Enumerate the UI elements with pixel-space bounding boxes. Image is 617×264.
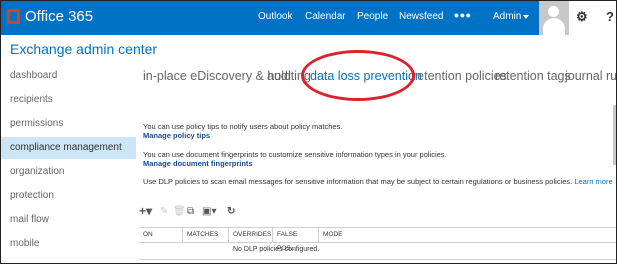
nav-people[interactable]: People	[357, 11, 388, 22]
tab-journal-rules[interactable]: journal rules	[565, 69, 616, 83]
sidebar-item-dashboard[interactable]: dashboard	[1, 65, 136, 87]
avatar[interactable]	[539, 1, 569, 35]
fingerprints-description: You can use document fingerprints to cus…	[143, 150, 447, 159]
policy-tips-description: You can use policy tips to notify users …	[143, 122, 343, 131]
column-header-on[interactable]: ON	[139, 228, 183, 242]
column-header-false-positives[interactable]: FALSE POS...	[273, 228, 319, 252]
table-header: ON MATCHES OVERRIDES FALSE POS... MODE	[139, 227, 616, 252]
product-title[interactable]: Office 365	[25, 8, 93, 25]
tab-auditing[interactable]: auditing	[267, 69, 311, 83]
window-frame: Office 365 Outlook Calendar People Newsf…	[0, 0, 617, 264]
sidebar-item-recipients[interactable]: recipients	[1, 89, 136, 111]
office-logo-icon	[7, 9, 20, 24]
sidebar-item-permissions[interactable]: permissions	[1, 113, 136, 135]
more-apps-button[interactable]: •••	[454, 7, 472, 23]
avatar-body-shape	[543, 18, 565, 35]
vertical-scrollbar[interactable]	[613, 105, 616, 165]
manage-policy-tips-link[interactable]: Manage policy tips	[143, 131, 210, 140]
sidebar-item-mail-flow[interactable]: mail flow	[1, 209, 136, 231]
settings-area: ⚙ ?	[569, 1, 616, 35]
manage-document-fingerprints-link[interactable]: Manage document fingerprints	[143, 159, 253, 168]
help-icon[interactable]: ?	[606, 9, 614, 24]
tab-retention-tags[interactable]: retention tags	[495, 69, 571, 83]
empty-table-message: No DLP policies configured.	[233, 246, 320, 253]
learn-more-link[interactable]: Learn more	[574, 177, 612, 186]
dlp-description: Use DLP policies to scan email messages …	[143, 177, 613, 186]
nav-calendar[interactable]: Calendar	[305, 11, 346, 22]
dlp-description-text: Use DLP policies to scan email messages …	[143, 177, 573, 186]
sidebar: dashboard recipients permissions complia…	[1, 65, 136, 263]
nav-outlook[interactable]: Outlook	[258, 11, 292, 22]
table-divider	[139, 259, 616, 260]
column-header-overrides[interactable]: OVERRIDES	[229, 228, 273, 242]
chevron-down-icon[interactable]	[523, 15, 529, 19]
tab-retention-policies[interactable]: retention policies	[413, 69, 507, 83]
save-icon[interactable]: ▣▾	[202, 206, 216, 217]
refresh-icon[interactable]: ↻	[227, 206, 235, 217]
tab-data-loss-prevention[interactable]: data loss prevention	[310, 69, 422, 83]
column-header-mode[interactable]: MODE	[319, 228, 369, 242]
add-icon[interactable]: +▾	[139, 204, 152, 218]
sidebar-item-mobile[interactable]: mobile	[1, 233, 136, 255]
edit-icon[interactable]: ✎	[160, 206, 168, 217]
copy-icon[interactable]: ⧉	[187, 206, 194, 217]
sidebar-item-organization[interactable]: organization	[1, 161, 136, 183]
page-title: Exchange admin center	[10, 41, 158, 57]
delete-icon[interactable]: 🗑	[173, 206, 186, 217]
top-bar: Office 365 Outlook Calendar People Newsf…	[1, 1, 616, 35]
nav-newsfeed[interactable]: Newsfeed	[399, 11, 443, 22]
admin-menu[interactable]: Admin	[493, 11, 521, 22]
sidebar-item-compliance-management[interactable]: compliance management	[1, 137, 136, 159]
gear-icon[interactable]: ⚙	[576, 9, 588, 25]
sidebar-item-protection[interactable]: protection	[1, 185, 136, 207]
avatar-head-shape	[548, 6, 559, 17]
column-header-matches[interactable]: MATCHES	[183, 228, 229, 242]
